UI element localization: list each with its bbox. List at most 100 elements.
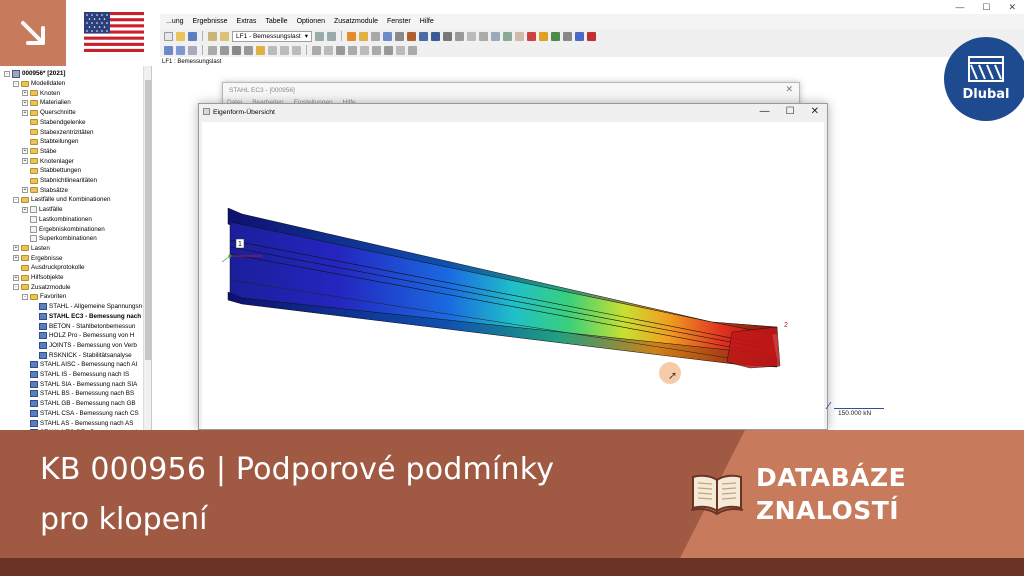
expand-toggle-icon[interactable]: + [22, 109, 28, 116]
menu-item[interactable]: Tabelle [265, 18, 287, 25]
section-icon[interactable] [407, 31, 416, 41]
close-button[interactable]: ✕ [1008, 2, 1016, 13]
member-icon[interactable] [443, 31, 452, 41]
expand-toggle-icon[interactable]: + [22, 148, 28, 155]
minimize-button[interactable]: — [955, 2, 964, 13]
navigator-item[interactable]: + Stabsätze [22, 185, 68, 195]
navigator-item[interactable]: + Hilfsobjekte [13, 273, 64, 283]
navigator-item[interactable]: STAHL AS - Bemessung nach AS [22, 418, 133, 428]
navigator-item[interactable]: Stabnichtlinearitäten [22, 176, 97, 186]
expand-toggle-icon[interactable]: - [22, 293, 28, 300]
view-y-icon[interactable] [280, 45, 289, 55]
maximize-button[interactable]: ☐ [982, 2, 990, 13]
new-file-icon[interactable] [164, 31, 173, 41]
expand-toggle-icon[interactable]: + [22, 206, 28, 213]
deformation-icon[interactable] [359, 31, 368, 41]
load-icon[interactable] [431, 31, 440, 41]
print-icon[interactable] [208, 31, 217, 41]
warning-icon[interactable] [539, 31, 548, 41]
expand-toggle-icon[interactable]: + [22, 187, 28, 194]
select-icon[interactable] [164, 45, 173, 55]
navigator-item[interactable]: - Zusatzmodule [13, 282, 71, 292]
save-icon[interactable] [188, 31, 197, 41]
expand-toggle-icon[interactable]: + [13, 255, 19, 262]
expand-toggle-icon[interactable]: + [22, 99, 28, 106]
model-icon[interactable] [395, 31, 404, 41]
dimension-icon[interactable] [312, 45, 321, 55]
navigator-item[interactable]: HOLZ Pro - Bemessung von H [31, 331, 134, 341]
menu-item[interactable]: Hilfe [420, 18, 434, 25]
move-icon[interactable] [176, 45, 185, 55]
hinge-icon[interactable] [455, 31, 464, 41]
comment-icon[interactable] [324, 45, 333, 55]
open-folder-icon[interactable] [176, 31, 185, 41]
navigator-item[interactable]: STAHL CSA - Bemessung nach CS [22, 409, 139, 419]
eigenform-canvas[interactable]: 1 2 [202, 122, 824, 429]
scrollbar-thumb[interactable] [145, 80, 151, 360]
navigator-item[interactable]: - 000956* [2021] [4, 69, 65, 79]
navigator-item[interactable]: + Ergebnisse [13, 253, 63, 263]
expand-toggle-icon[interactable]: + [22, 158, 28, 165]
navigator-item[interactable]: + Materialien [22, 98, 71, 108]
guide-icon[interactable] [336, 45, 345, 55]
navigator-item[interactable]: - Favoriten [22, 292, 66, 302]
navigator-item[interactable]: + Lastfälle [22, 205, 62, 215]
navigator-item[interactable]: + Querschnitte [22, 108, 76, 118]
view-icon[interactable] [371, 31, 380, 41]
navigator-item[interactable]: BETON - Stahlbetonbemessun [31, 321, 135, 331]
menu-item[interactable]: ...ung [166, 18, 184, 25]
menu-item[interactable]: Ergebnisse [193, 18, 228, 25]
navigator-item[interactable]: Lastkombinationen [22, 215, 92, 225]
node-icon[interactable] [491, 31, 500, 41]
settings-icon[interactable] [563, 31, 572, 41]
rotate-icon[interactable] [208, 45, 217, 55]
view-iso-icon[interactable] [256, 45, 265, 55]
expand-toggle-icon[interactable]: - [13, 196, 19, 203]
navigator-item[interactable]: + Knotenlager [22, 156, 74, 166]
navigator-item[interactable]: STAHL BS - Bemessung nach BS [22, 389, 134, 399]
us-flag-icon[interactable] [84, 12, 144, 52]
expand-toggle-icon[interactable]: - [4, 70, 10, 77]
results-icon[interactable] [347, 31, 356, 41]
copy-icon[interactable] [188, 45, 197, 55]
grid-icon[interactable] [467, 31, 476, 41]
navigator-item[interactable]: JOINTS - Bemessung von Verb [31, 341, 137, 351]
menu-item[interactable]: Extras [237, 18, 257, 25]
navigator-item[interactable]: + Knoten [22, 88, 60, 98]
navigator-item[interactable]: Stabteilungen [22, 137, 79, 147]
expand-toggle-icon[interactable]: + [22, 90, 28, 97]
load-case-select[interactable]: LF1 - Bemessungslast ▾ [232, 30, 312, 42]
axis-icon[interactable] [479, 31, 488, 41]
render-icon[interactable] [383, 31, 392, 41]
minimize-button[interactable]: — [760, 106, 770, 117]
expand-toggle-icon[interactable]: + [13, 245, 19, 252]
navigator-item[interactable]: + Lasten [13, 244, 50, 254]
line-icon[interactable] [503, 31, 512, 41]
navigator-item[interactable]: + Stäbe [22, 147, 56, 157]
filter-icon[interactable] [372, 45, 381, 55]
zoom-icon[interactable] [232, 45, 241, 55]
navigator-item[interactable]: Stabbettungen [22, 166, 81, 176]
surface-icon[interactable] [515, 31, 524, 41]
navigator-item[interactable]: STAHL GB - Bemessung nach GB [22, 399, 136, 409]
view-x-icon[interactable] [268, 45, 277, 55]
view-z-icon[interactable] [292, 45, 301, 55]
table-view-icon[interactable] [408, 45, 417, 55]
expand-toggle-icon[interactable]: - [13, 284, 19, 291]
pan-icon[interactable] [244, 45, 253, 55]
navigator-item[interactable]: STAHL AISC - Bemessung nach AI [22, 360, 137, 370]
calc-icon[interactable] [587, 31, 596, 41]
mirror-icon[interactable] [220, 45, 229, 55]
snap-icon[interactable] [348, 45, 357, 55]
previous-icon[interactable] [315, 31, 324, 41]
delete-icon[interactable] [527, 31, 536, 41]
navigator-item[interactable]: STAHL IS - Bemessung nach IS [22, 370, 129, 380]
navigator-scrollbar[interactable] [143, 66, 151, 430]
navigator-item[interactable]: - Modelldaten [13, 79, 65, 89]
navigator-item[interactable]: Ausdruckprotokolle [13, 263, 85, 273]
info-icon[interactable] [575, 31, 584, 41]
expand-toggle-icon[interactable]: - [13, 80, 19, 87]
check-icon[interactable] [551, 31, 560, 41]
navigator-item[interactable]: Stabendgelenke [22, 118, 86, 128]
navigator-item[interactable]: STAHL EC3 - Bemessung nach [31, 312, 141, 322]
